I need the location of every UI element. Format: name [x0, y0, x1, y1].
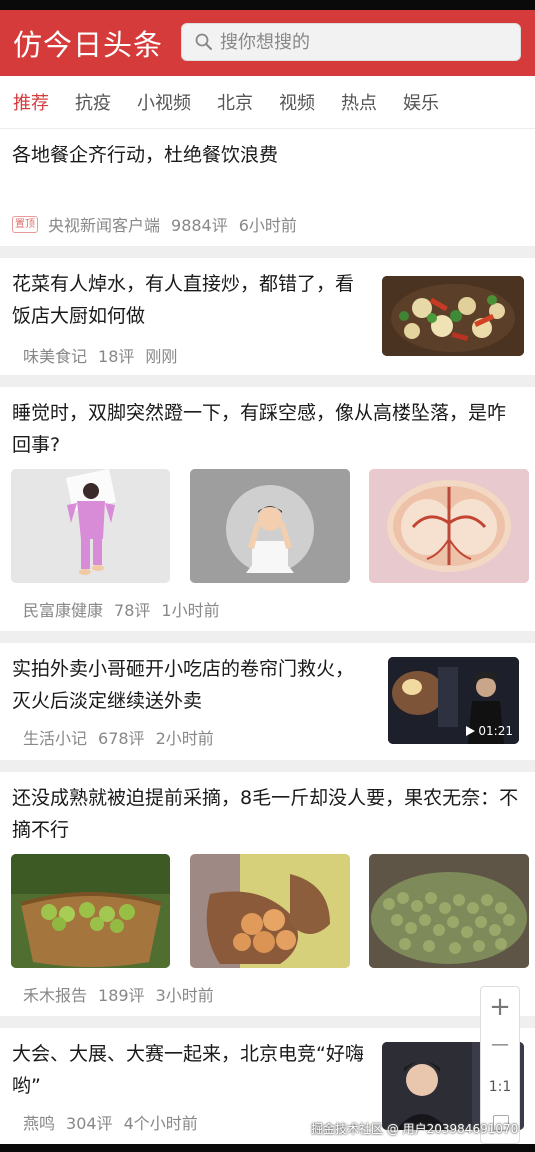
tab-anti-epidemic[interactable]: 抗疫	[75, 89, 111, 115]
news-item[interactable]: 实拍外卖小哥砸开小吃店的卷帘门救火，灭火后淡定继续送外卖 生活小记 678评 2…	[0, 643, 535, 760]
news-time: 2小时前	[155, 729, 214, 748]
news-meta: 禾木报告 189评 3小时前	[23, 982, 225, 1006]
news-time: 刚刚	[145, 347, 178, 366]
news-source: 央视新闻客户端	[48, 216, 161, 235]
news-source: 禾木报告	[23, 986, 88, 1005]
news-thumbnail[interactable]	[11, 469, 170, 583]
news-time: 3小时前	[155, 986, 214, 1005]
fruits-pile-image	[369, 854, 529, 968]
search-icon	[195, 33, 212, 50]
news-title[interactable]: 大会、大展、大赛一起来，北京电竞“好嗨哟”	[12, 1038, 377, 1102]
status-bar	[0, 0, 535, 10]
tab-short-video[interactable]: 小视频	[137, 89, 191, 115]
app-header: 仿今日头条	[0, 10, 535, 76]
news-meta: 置顶 央视新闻客户端 9884评 6小时前	[12, 212, 308, 236]
news-time: 1小时前	[161, 601, 220, 620]
hands-holding-fruit-image	[190, 854, 350, 968]
divider	[0, 246, 535, 258]
divider	[0, 375, 535, 387]
news-comments: 678评	[98, 729, 145, 748]
news-meta: 味美食记 18评 刚刚	[23, 343, 188, 367]
tab-entertainment[interactable]: 娱乐	[403, 89, 439, 115]
play-icon	[466, 726, 476, 736]
news-thumbnail[interactable]	[190, 854, 350, 968]
fruit-basket-image	[11, 854, 170, 968]
divider	[0, 1016, 535, 1028]
tab-recommend[interactable]: 推荐	[13, 89, 49, 115]
news-thumbnail[interactable]	[382, 276, 524, 356]
cauliflower-dish-image	[382, 276, 524, 356]
news-title[interactable]: 实拍外卖小哥砸开小吃店的卷帘门救火，灭火后淡定继续送外卖	[12, 653, 372, 717]
news-source: 味美食记	[23, 347, 88, 366]
sleeping-person-image	[11, 469, 170, 583]
watermark: 掘金技术社区 @ 用户2039846910​70	[311, 1122, 519, 1136]
news-comments: 9884评	[171, 216, 228, 235]
news-title[interactable]: 各地餐企齐行动，杜绝餐饮浪费	[12, 139, 522, 171]
news-thumbnail[interactable]	[369, 469, 529, 583]
tab-beijing[interactable]: 北京	[217, 89, 253, 115]
search-box[interactable]	[181, 23, 521, 61]
news-source: 燕鸣	[23, 1114, 56, 1133]
news-meta: 民富康健康 78评 1小时前	[23, 597, 231, 621]
app-title: 仿今日头条	[13, 28, 164, 62]
divider	[0, 760, 535, 772]
news-meta: 生活小记 678评 2小时前	[23, 725, 225, 749]
news-comments: 189评	[98, 986, 145, 1005]
zoom-out-button[interactable]: —	[481, 1031, 519, 1059]
news-title[interactable]: 还没成熟就被迫提前采摘，8毛一斤却没人要，果农无奈：不摘不行	[12, 782, 522, 846]
news-meta: 燕鸣 304评 4个小时前	[23, 1110, 209, 1134]
news-time: 4个小时前	[123, 1114, 198, 1133]
news-item[interactable]: 还没成熟就被迫提前采摘，8毛一斤却没人要，果农无奈：不摘不行 禾木报告 189评…	[0, 772, 535, 1016]
news-source: 民富康健康	[23, 601, 104, 620]
news-thumbnail[interactable]	[190, 469, 350, 583]
brain-section-image	[369, 469, 529, 583]
news-item[interactable]: 花菜有人焯水，有人直接炒，都错了，看饭店大厨如何做 味美食记 18评 刚刚	[0, 258, 535, 375]
divider	[0, 631, 535, 643]
search-input[interactable]	[218, 30, 502, 54]
news-thumbnail[interactable]	[11, 854, 170, 968]
news-source: 生活小记	[23, 729, 88, 748]
tab-hot[interactable]: 热点	[341, 89, 377, 115]
news-comments: 304评	[66, 1114, 113, 1133]
news-comments: 78评	[114, 601, 151, 620]
news-time: 6小时前	[238, 216, 297, 235]
navigation-bar	[0, 1144, 535, 1152]
video-duration: 01:21	[465, 724, 513, 738]
category-tabs: 推荐 抗疫 小视频 北京 视频 热点 娱乐	[0, 76, 535, 129]
news-item[interactable]: 各地餐企齐行动，杜绝餐饮浪费 置顶 央视新闻客户端 9884评 6小时前	[0, 129, 535, 246]
zoom-in-button[interactable]: +	[481, 991, 519, 1023]
pinned-badge: 置顶	[12, 215, 38, 233]
news-comments: 18评	[98, 347, 135, 366]
doctor-illustration-image	[190, 469, 350, 583]
tab-video[interactable]: 视频	[279, 89, 315, 115]
news-thumbnail[interactable]	[369, 854, 529, 968]
zoom-reset-button[interactable]: 1:1	[481, 1075, 519, 1099]
video-duration-text: 01:21	[478, 724, 513, 738]
news-title[interactable]: 花菜有人焯水，有人直接炒，都错了，看饭店大厨如何做	[12, 268, 372, 332]
video-thumbnail[interactable]: 01:21	[388, 657, 519, 744]
news-title[interactable]: 睡觉时，双脚突然蹬一下，有踩空感，像从高楼坠落，是咋回事?	[12, 397, 522, 461]
news-item[interactable]: 睡觉时，双脚突然蹬一下，有踩空感，像从高楼坠落，是咋回事? 民富康健康 78评 …	[0, 387, 535, 631]
